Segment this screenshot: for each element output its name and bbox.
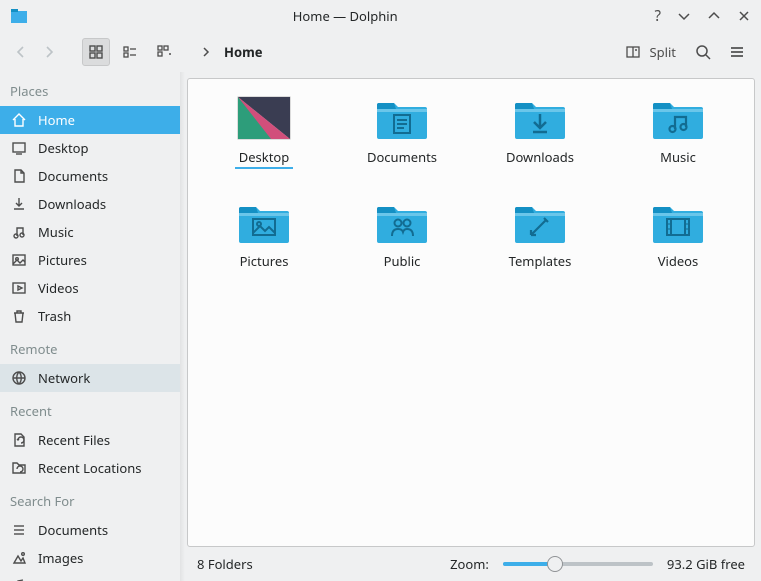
breadcrumb-separator-icon [200, 46, 212, 58]
menu-button[interactable] [723, 38, 751, 66]
sidebar-item-music[interactable]: Music [0, 218, 180, 246]
file-item-label: Pictures [236, 251, 293, 271]
sidebar-item-desktop[interactable]: Desktop [0, 134, 180, 162]
search-doc-icon [10, 521, 28, 539]
maximize-button[interactable] [707, 9, 721, 23]
file-item-pictures[interactable]: Pictures [200, 199, 328, 271]
sidebar-item-label: Music [38, 223, 74, 241]
section-header: Remote [0, 330, 180, 364]
sidebar-item-trash[interactable]: Trash [0, 302, 180, 330]
folder-pictures-icon [236, 199, 292, 245]
zoom-label: Zoom: [450, 555, 489, 573]
free-space: 93.2 GiB free [667, 555, 745, 573]
search-button[interactable] [689, 38, 717, 66]
sidebar-item-images[interactable]: Images [0, 544, 180, 572]
trash-icon [10, 307, 28, 325]
folder-videos-icon [650, 199, 706, 245]
file-item-label: Downloads [502, 147, 578, 167]
file-view[interactable]: Desktop Documents Downloads Music Pictur… [187, 78, 755, 547]
section-header: Places [0, 72, 180, 106]
documents-icon [10, 167, 28, 185]
file-item-label: Music [656, 147, 700, 167]
sidebar-item-label: Downloads [38, 195, 106, 213]
statusbar: 8 Folders Zoom: 93.2 GiB free [187, 547, 755, 581]
sidebar-item-label: Trash [38, 307, 71, 325]
section-header: Search For [0, 482, 180, 516]
file-item-label: Desktop [235, 147, 294, 169]
back-button[interactable] [10, 41, 32, 63]
home-icon [10, 111, 28, 129]
window-title: Home — Dolphin [36, 7, 654, 25]
file-item-documents[interactable]: Documents [338, 95, 466, 169]
videos-icon [10, 279, 28, 297]
file-item-public[interactable]: Public [338, 199, 466, 271]
search-img-icon [10, 549, 28, 567]
file-item-downloads[interactable]: Downloads [476, 95, 604, 169]
app-icon [10, 7, 28, 25]
titlebar: Home — Dolphin ? [0, 0, 761, 32]
forward-button[interactable] [38, 41, 60, 63]
folder-music-icon [650, 95, 706, 141]
zoom-slider[interactable] [503, 556, 653, 572]
status-summary: 8 Folders [197, 555, 253, 573]
file-item-desktop[interactable]: Desktop [200, 95, 328, 169]
sidebar-item-label: Home [38, 111, 75, 129]
minimize-button[interactable] [677, 9, 691, 23]
sidebar-item-label: Images [38, 549, 83, 567]
sidebar-item-pictures[interactable]: Pictures [0, 246, 180, 274]
file-item-music[interactable]: Music [614, 95, 742, 169]
search-icon [694, 43, 712, 61]
view-compact-button[interactable] [116, 38, 144, 66]
pictures-icon [10, 251, 28, 269]
sidebar-item-label: Videos [38, 279, 79, 297]
sidebar-item-network[interactable]: Network [0, 364, 180, 392]
view-details-button[interactable] [150, 38, 178, 66]
desktop-icon [10, 139, 28, 157]
recent-locations-icon [10, 459, 28, 477]
sidebar-item-recent-files[interactable]: Recent Files [0, 426, 180, 454]
help-button[interactable]: ? [654, 6, 661, 26]
desktop-wallpaper-icon [236, 95, 292, 141]
file-item-label: Templates [505, 251, 576, 271]
sidebar-item-documents[interactable]: Documents [0, 516, 180, 544]
toolbar: Home Split [0, 32, 761, 72]
sidebar-item-downloads[interactable]: Downloads [0, 190, 180, 218]
folder-downloads-icon [512, 95, 568, 141]
network-icon [10, 369, 28, 387]
split-icon [625, 44, 641, 60]
sidebar-item-label: Audio [38, 577, 74, 581]
split-label: Split [649, 43, 676, 61]
folder-documents-icon [374, 95, 430, 141]
sidebar-item-label: Documents [38, 521, 108, 539]
folder-templates-icon [512, 199, 568, 245]
folder-public-icon [374, 199, 430, 245]
places-panel: Places Home Desktop Documents Downloads Music… [0, 72, 185, 581]
music-icon [10, 223, 28, 241]
sidebar-item-videos[interactable]: Videos [0, 274, 180, 302]
recent-files-icon [10, 431, 28, 449]
search-audio-icon [10, 577, 28, 581]
sidebar-item-label: Desktop [38, 139, 89, 157]
file-item-videos[interactable]: Videos [614, 199, 742, 271]
sidebar-item-label: Recent Files [38, 431, 110, 449]
sidebar-item-audio[interactable]: Audio [0, 572, 180, 581]
sidebar-item-label: Documents [38, 167, 108, 185]
sidebar-item-label: Recent Locations [38, 459, 141, 477]
file-item-templates[interactable]: Templates [476, 199, 604, 271]
downloads-icon [10, 195, 28, 213]
breadcrumb[interactable]: Home [224, 43, 263, 61]
file-item-label: Documents [363, 147, 441, 167]
hamburger-icon [728, 43, 746, 61]
sidebar-item-label: Pictures [38, 251, 87, 269]
view-icons-button[interactable] [82, 38, 110, 66]
section-header: Recent [0, 392, 180, 426]
sidebar-item-home[interactable]: Home [0, 106, 180, 134]
close-button[interactable] [737, 9, 751, 23]
sidebar-item-documents[interactable]: Documents [0, 162, 180, 190]
split-button[interactable]: Split [618, 38, 683, 66]
sidebar-item-recent-locations[interactable]: Recent Locations [0, 454, 180, 482]
file-item-label: Videos [654, 251, 703, 271]
file-item-label: Public [380, 251, 425, 271]
sidebar-item-label: Network [38, 369, 90, 387]
